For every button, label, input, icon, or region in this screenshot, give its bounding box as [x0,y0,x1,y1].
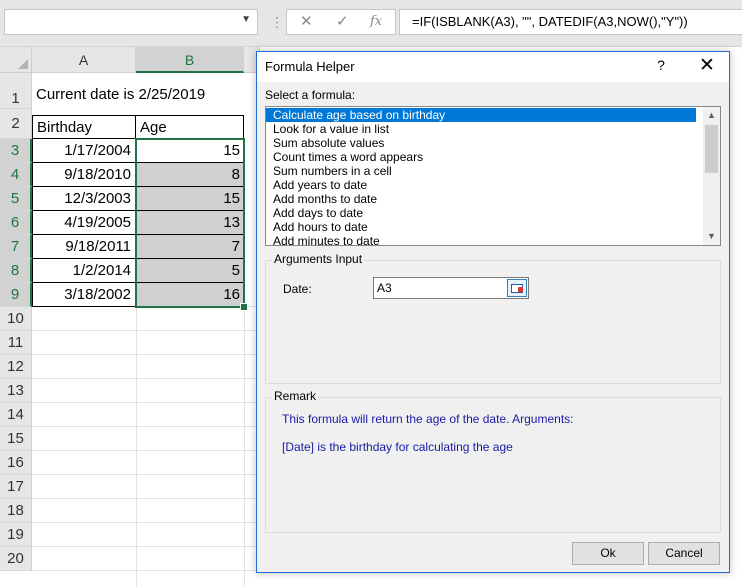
cell-birthday[interactable]: 12/3/2003 [32,187,136,211]
function-icon[interactable]: fx [370,14,382,29]
formula-list-item[interactable]: Add months to date [266,192,696,206]
row-header-16[interactable]: 16 [0,451,32,475]
gridline [244,307,245,587]
column-header-a[interactable]: A [32,47,136,73]
row-header-3[interactable]: 3 [0,139,32,163]
formula-list-item[interactable]: Count times a word appears [266,150,696,164]
cancel-button[interactable]: Cancel [648,542,720,565]
dialog-title: Formula Helper [265,59,355,74]
formula-list-scrollbar[interactable]: ▲ ▼ [703,107,720,245]
remark-line-2: [Date] is the birthday for calculating t… [282,440,513,454]
gridline [32,402,260,403]
cancel-icon[interactable]: ✕ [300,12,313,30]
scroll-up-icon[interactable]: ▲ [703,107,720,124]
row-header-20[interactable]: 20 [0,547,32,571]
enter-icon[interactable]: ✓ [336,12,349,30]
select-formula-label: Select a formula: [265,88,356,102]
row-header-13[interactable]: 13 [0,379,32,403]
gridline [136,307,137,587]
date-input[interactable]: A3 [373,277,529,299]
cell-age[interactable]: 8 [136,163,244,187]
gridline [32,450,260,451]
date-label: Date: [283,282,312,296]
cell-a1[interactable]: Current date is 2/25/2019 [32,81,209,109]
remark-line-1: This formula will return the age of the … [282,412,574,426]
formula-list-item[interactable]: Sum absolute values [266,136,696,150]
cell-age[interactable]: 15 [136,187,244,211]
formula-bar: ▼ ⋮ ✕ ✓ fx =IF(ISBLANK(A3), "", DATEDIF(… [0,0,742,47]
row-header-6[interactable]: 6 [0,211,32,235]
cell-age[interactable]: 13 [136,211,244,235]
scroll-down-icon[interactable]: ▼ [703,228,720,245]
cell-b2[interactable]: Age [135,115,244,139]
formula-list-item[interactable]: Look for a value in list [266,122,696,136]
formula-buttons: ✕ ✓ fx [286,9,396,35]
cell-birthday[interactable]: 1/17/2004 [32,139,136,163]
name-box[interactable]: ▼ [4,9,258,35]
row-header-12[interactable]: 12 [0,355,32,379]
gridline [32,570,260,571]
row-header-7[interactable]: 7 [0,235,32,259]
row-header-5[interactable]: 5 [0,187,32,211]
formula-list-item[interactable]: Sum numbers in a cell [266,164,696,178]
cell-age[interactable]: 7 [136,235,244,259]
row-header-2[interactable]: 2 [0,109,32,139]
formula-input[interactable]: =IF(ISBLANK(A3), "", DATEDIF(A3,NOW(),"Y… [399,9,742,35]
gridline [32,522,260,523]
cell-age[interactable]: 5 [136,259,244,283]
cell-birthday[interactable]: 3/18/2002 [32,283,136,307]
close-icon[interactable]: ✕ [695,54,719,77]
row-header-4[interactable]: 4 [0,163,32,187]
select-all-corner[interactable] [0,47,32,73]
cell-birthday[interactable]: 9/18/2010 [32,163,136,187]
gridline [32,474,260,475]
help-icon[interactable]: ? [651,57,671,73]
remark-label: Remark [272,389,319,403]
row-header-17[interactable]: 17 [0,475,32,499]
cell-age[interactable]: 15 [136,139,244,163]
cell-birthday[interactable]: 9/18/2011 [32,235,136,259]
cell-birthday[interactable]: 4/19/2005 [32,211,136,235]
dialog-titlebar[interactable]: Formula Helper ? ✕ [257,52,729,82]
formula-list-item[interactable]: Add minutes to date [266,234,696,245]
range-select-icon[interactable] [507,279,527,297]
row-header-11[interactable]: 11 [0,331,32,355]
row-header-19[interactable]: 19 [0,523,32,547]
formula-list-item[interactable]: Add years to date [266,178,696,192]
gridline [32,546,260,547]
ok-button[interactable]: Ok [572,542,644,565]
cell-birthday[interactable]: 1/2/2014 [32,259,136,283]
row-header-1[interactable]: 1 [0,73,32,109]
formula-list-item[interactable]: Calculate age based on birthday [266,108,696,122]
fill-handle[interactable] [240,303,248,311]
gridline [32,354,260,355]
formula-list-item[interactable]: Add hours to date [266,220,696,234]
cell-age[interactable]: 16 [136,283,244,307]
formula-bar-divider: ⋮ [270,14,284,30]
cell-a2[interactable]: Birthday [32,115,136,139]
formula-list-item[interactable]: Add days to date [266,206,696,220]
row-header-8[interactable]: 8 [0,259,32,283]
row-header-15[interactable]: 15 [0,427,32,451]
row-header-10[interactable]: 10 [0,307,32,331]
row-header-9[interactable]: 9 [0,283,32,307]
row-header-14[interactable]: 14 [0,403,32,427]
gridline [32,378,260,379]
spreadsheet-grid: A B Current date is 2/25/2019 Birthday A… [0,47,260,587]
column-header-b[interactable]: B [136,47,244,73]
arguments-label: Arguments Input [272,252,365,266]
scroll-thumb[interactable] [705,125,718,173]
gridline [32,330,260,331]
formula-helper-dialog: Formula Helper ? ✕ Select a formula: Cal… [256,51,730,573]
formula-list[interactable]: Calculate age based on birthday Look for … [265,106,721,246]
gridline [32,426,260,427]
row-header-18[interactable]: 18 [0,499,32,523]
dropdown-arrow-icon[interactable]: ▼ [241,14,251,25]
gridline [32,498,260,499]
